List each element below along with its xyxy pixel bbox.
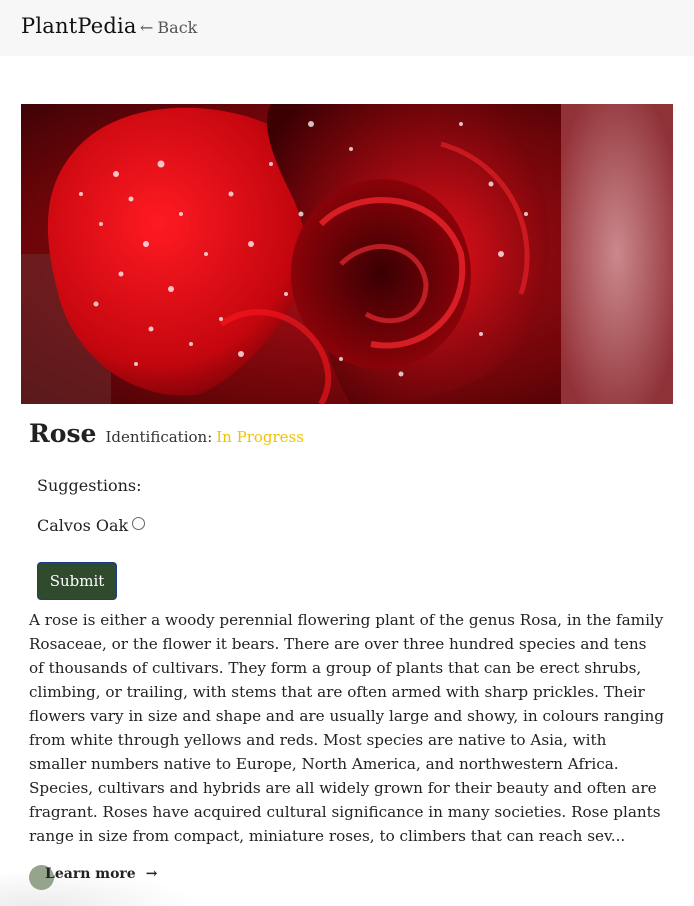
plant-description: A rose is either a woody perennial flowe… — [29, 611, 664, 845]
suggestions-label: Suggestions: — [37, 476, 142, 495]
right-arrow-icon: → — [145, 866, 158, 882]
identification-label: Identification: — [105, 428, 213, 446]
suggestion-label: Calvos Oak — [37, 516, 129, 535]
rose-photo — [21, 104, 673, 404]
plant-title-row: Rose Identification: In Progress — [29, 419, 304, 448]
learn-more-label: Learn more — [45, 866, 136, 882]
brand-logo[interactable]: PlantPedia — [21, 14, 137, 38]
identification-status: In Progress — [216, 428, 304, 446]
back-button[interactable]: ← Back — [140, 18, 197, 37]
plant-image — [21, 104, 673, 404]
plant-name: Rose — [29, 419, 97, 448]
submit-button[interactable]: Submit — [37, 562, 117, 600]
top-navbar: PlantPedia ← Back — [0, 0, 694, 56]
left-arrow-icon: ← — [140, 18, 154, 37]
suggestion-radio[interactable] — [132, 517, 146, 530]
suggestion-option[interactable]: Calvos Oak — [37, 516, 146, 535]
learn-more-link[interactable]: Learn more → — [45, 866, 157, 882]
back-label: Back — [157, 18, 198, 37]
